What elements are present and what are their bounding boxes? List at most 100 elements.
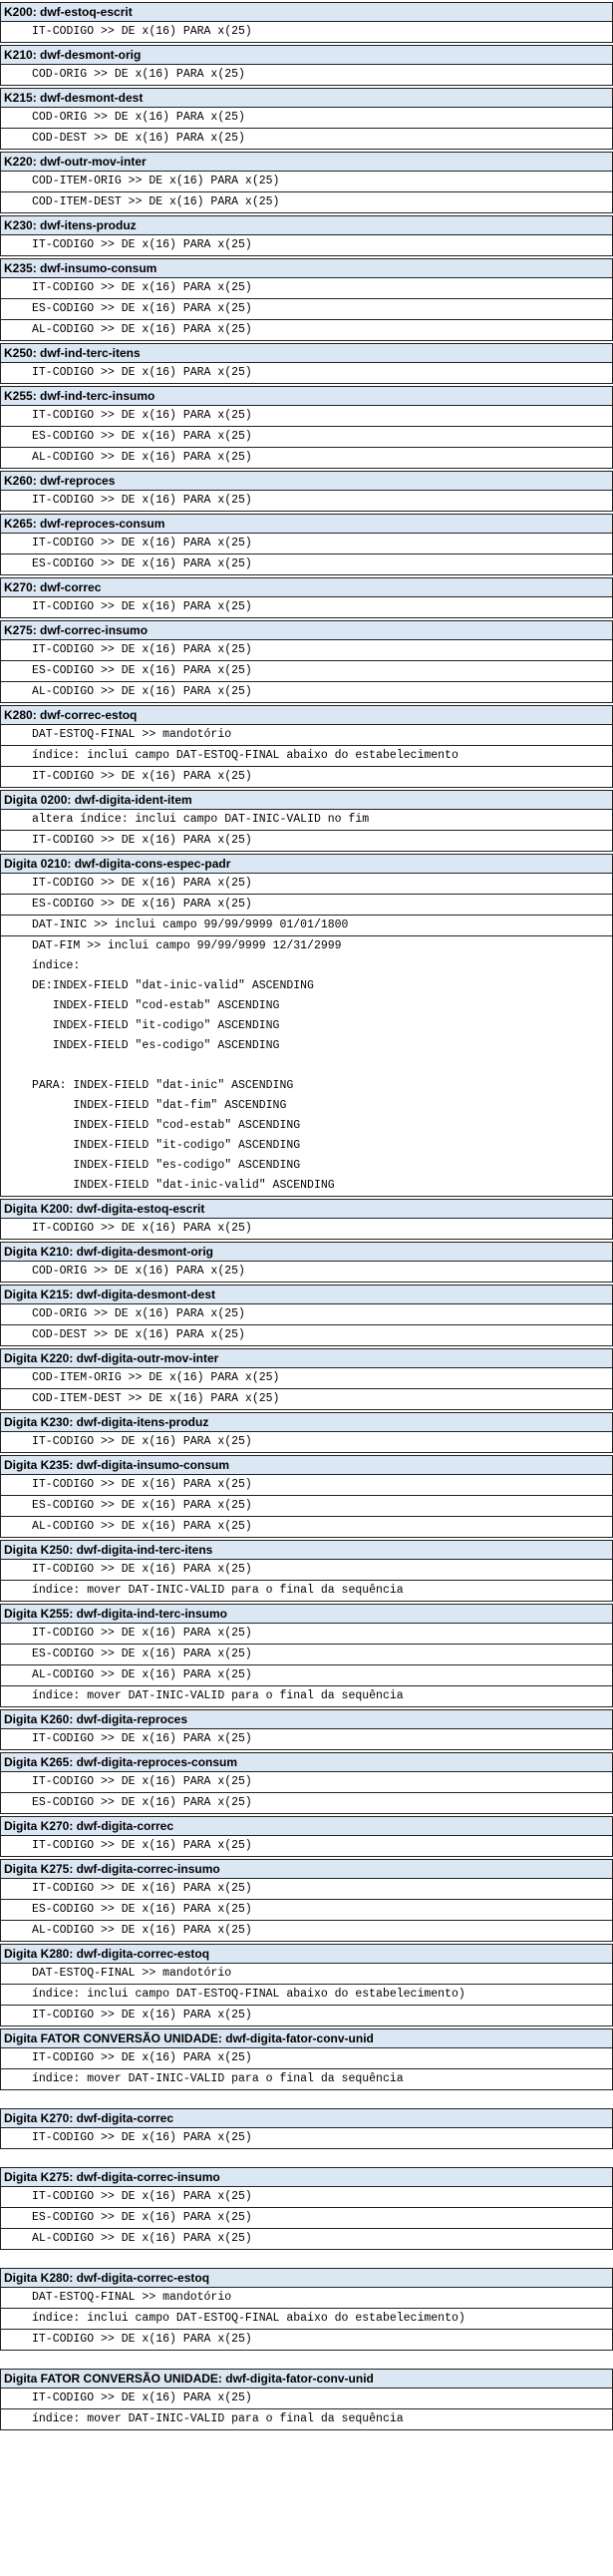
field-change-text: AL-CODIGO >> DE x(16) PARA x(25) xyxy=(0,447,613,469)
field-change-text: ES-CODIGO >> DE x(16) PARA x(25) xyxy=(0,426,613,448)
table-title: K270: dwf-correc xyxy=(0,577,613,597)
table-title: Digita K275: dwf-digita-correc-insumo xyxy=(0,1859,613,1879)
field-change-text: IT-CODIGO >> DE x(16) PARA x(25) xyxy=(0,234,613,256)
table-row: IT-CODIGO >> DE x(16) PARA x(25) xyxy=(0,1431,613,1453)
table-row: IT-CODIGO >> DE x(16) PARA x(25) xyxy=(0,21,613,43)
table-title: Digita 0200: dwf-digita-ident-item xyxy=(0,790,613,810)
table-row: DAT-ESTOQ-FINAL >> mandotório xyxy=(0,1963,613,1985)
field-change-text: DAT-ESTOQ-FINAL >> mandotório xyxy=(0,724,613,746)
table-row: IT-CODIGO >> DE x(16) PARA x(25) xyxy=(0,234,613,256)
table-row: AL-CODIGO >> DE x(16) PARA x(25) xyxy=(0,447,613,469)
field-change-text: IT-CODIGO >> DE x(16) PARA x(25) xyxy=(0,766,613,788)
table-title: Digita K250: dwf-digita-ind-terc-itens xyxy=(0,1540,613,1560)
table-row: IT-CODIGO >> DE x(16) PARA x(25) xyxy=(0,639,613,661)
table-row: INDEX-FIELD "cod-estab" ASCENDING xyxy=(1,1116,613,1136)
field-change-text: COD-ITEM-ORIG >> DE x(16) PARA x(25) xyxy=(0,171,613,192)
field-change-text: índice: mover DAT-INIC-VALID para o fina… xyxy=(0,1685,613,1707)
spec-table: Digita K260: dwf-digita-reproces IT-CODIG… xyxy=(0,1709,613,1750)
table-title: K215: dwf-desmont-dest xyxy=(0,88,613,108)
table-title: K230: dwf-itens-produz xyxy=(0,215,613,235)
spec-table: K280: dwf-correc-estoq DAT-ESTOQ-FINAL >>… xyxy=(0,705,613,788)
field-change-text: ES-CODIGO >> DE x(16) PARA x(25) xyxy=(0,660,613,682)
table-row: ES-CODIGO >> DE x(16) PARA x(25) xyxy=(0,1495,613,1517)
table-row: ES-CODIGO >> DE x(16) PARA x(25) xyxy=(0,2207,613,2229)
field-change-text: índice: mover DAT-INIC-VALID para o fina… xyxy=(0,1580,613,1602)
table-title: Digita FATOR CONVERSÃO UNIDADE: dwf-digi… xyxy=(0,2028,613,2048)
table-row: COD-ORIG >> DE x(16) PARA x(25) xyxy=(0,64,613,86)
table-row: INDEX-FIELD "it-codigo" ASCENDING xyxy=(1,1016,613,1036)
field-change-text: COD-DEST >> DE x(16) PARA x(25) xyxy=(0,1324,613,1346)
spec-table: Digita K210: dwf-digita-desmont-orig COD-… xyxy=(0,1242,613,1283)
field-change-text: DAT-ESTOQ-FINAL >> mandotório xyxy=(0,2287,613,2309)
field-change-text: INDEX-FIELD "es-codigo" ASCENDING xyxy=(32,1039,280,1052)
field-change-text: IT-CODIGO >> DE x(16) PARA x(25) xyxy=(0,1559,613,1581)
field-change-text: IT-CODIGO >> DE x(16) PARA x(25) xyxy=(0,2388,613,2409)
field-change-text: ES-CODIGO >> DE x(16) PARA x(25) xyxy=(0,894,613,916)
spec-table: Digita 0200: dwf-digita-ident-item altera… xyxy=(0,790,613,852)
table-row: INDEX-FIELD "dat-fim" ASCENDING xyxy=(1,1096,613,1116)
table-row: AL-CODIGO >> DE x(16) PARA x(25) xyxy=(0,1920,613,1942)
field-change-text: ES-CODIGO >> DE x(16) PARA x(25) xyxy=(0,1644,613,1665)
field-change-text: índice: inclui campo DAT-ESTOQ-FINAL aba… xyxy=(0,745,613,767)
spec-table: K250: dwf-ind-terc-itens IT-CODIGO >> DE … xyxy=(0,343,613,384)
table-row: IT-CODIGO >> DE x(16) PARA x(25) xyxy=(0,1835,613,1857)
field-change-text: IT-CODIGO >> DE x(16) PARA x(25) xyxy=(0,1474,613,1496)
table-title: K220: dwf-outr-mov-inter xyxy=(0,152,613,172)
table-row: ES-CODIGO >> DE x(16) PARA x(25) xyxy=(0,298,613,320)
table-row: DAT-FIM >> inclui campo 99/99/9999 12/31… xyxy=(0,935,613,956)
field-change-text: AL-CODIGO >> DE x(16) PARA x(25) xyxy=(0,1920,613,1942)
table-title: Digita K235: dwf-digita-insumo-consum xyxy=(0,1455,613,1475)
spec-table: K210: dwf-desmont-orig COD-ORIG >> DE x(1… xyxy=(0,45,613,86)
field-change-text: IT-CODIGO >> DE x(16) PARA x(25) xyxy=(0,21,613,43)
table-row: IT-CODIGO >> DE x(16) PARA x(25) xyxy=(0,2005,613,2026)
spec-table: Digita K270: dwf-digita-correc IT-CODIGO … xyxy=(0,2108,613,2149)
field-change-text: AL-CODIGO >> DE x(16) PARA x(25) xyxy=(0,319,613,341)
table-row: IT-CODIGO >> DE x(16) PARA x(25) xyxy=(0,2047,613,2069)
field-change-text: AL-CODIGO >> DE x(16) PARA x(25) xyxy=(0,2228,613,2250)
field-change-text: altera índice: inclui campo DAT-INIC-VAL… xyxy=(0,809,613,831)
field-change-text: IT-CODIGO >> DE x(16) PARA x(25) xyxy=(0,873,613,895)
table-row: DAT-ESTOQ-FINAL >> mandotório xyxy=(0,2287,613,2309)
field-change-text: INDEX-FIELD "cod-estab" ASCENDING xyxy=(32,999,280,1012)
field-change-text: IT-CODIGO >> DE x(16) PARA x(25) xyxy=(0,1218,613,1240)
field-change-text: IT-CODIGO >> DE x(16) PARA x(25) xyxy=(0,405,613,427)
table-title: K255: dwf-ind-terc-insumo xyxy=(0,386,613,406)
table-row: IT-CODIGO >> DE x(16) PARA x(25) xyxy=(0,1728,613,1750)
table-row: IT-CODIGO >> DE x(16) PARA x(25) xyxy=(0,405,613,427)
field-change-text: DE:INDEX-FIELD "dat-inic-valid" ASCENDIN… xyxy=(32,979,314,992)
table-row: ES-CODIGO >> DE x(16) PARA x(25) xyxy=(0,553,613,575)
table-row: AL-CODIGO >> DE x(16) PARA x(25) xyxy=(0,681,613,703)
field-change-text: IT-CODIGO >> DE x(16) PARA x(25) xyxy=(0,533,613,554)
field-change-text: AL-CODIGO >> DE x(16) PARA x(25) xyxy=(0,1664,613,1686)
spec-table: Digita K215: dwf-digita-desmont-dest COD-… xyxy=(0,1285,613,1346)
table-title: K235: dwf-insumo-consum xyxy=(0,258,613,278)
spec-table: Digita K250: dwf-digita-ind-terc-itens IT… xyxy=(0,1540,613,1602)
table-row: IT-CODIGO >> DE x(16) PARA x(25) xyxy=(0,490,613,512)
table-row: IT-CODIGO >> DE x(16) PARA x(25) xyxy=(0,1474,613,1496)
table-row: IT-CODIGO >> DE x(16) PARA x(25) xyxy=(0,362,613,384)
table-title: Digita K260: dwf-digita-reproces xyxy=(0,1709,613,1729)
table-title: K275: dwf-correc-insumo xyxy=(0,620,613,640)
field-change-text: índice: mover DAT-INIC-VALID para o fina… xyxy=(0,2068,613,2090)
table-row: INDEX-FIELD "cod-estab" ASCENDING xyxy=(1,996,613,1016)
spec-table: Digita K255: dwf-digita-ind-terc-insumo I… xyxy=(0,1604,613,1707)
field-change-text: DAT-INIC >> inclui campo 99/99/9999 01/0… xyxy=(0,915,613,936)
table-title: K250: dwf-ind-terc-itens xyxy=(0,343,613,363)
field-change-text: COD-ORIG >> DE x(16) PARA x(25) xyxy=(0,1303,613,1325)
field-change-text: ES-CODIGO >> DE x(16) PARA x(25) xyxy=(0,2207,613,2229)
field-change-text: IT-CODIGO >> DE x(16) PARA x(25) xyxy=(0,2005,613,2026)
field-change-text: IT-CODIGO >> DE x(16) PARA x(25) xyxy=(0,1771,613,1793)
table-row: ES-CODIGO >> DE x(16) PARA x(25) xyxy=(0,660,613,682)
spec-table: K230: dwf-itens-produz IT-CODIGO >> DE x(… xyxy=(0,215,613,256)
spec-table: K260: dwf-reproces IT-CODIGO >> DE x(16) … xyxy=(0,471,613,512)
table-row: IT-CODIGO >> DE x(16) PARA x(25) xyxy=(0,766,613,788)
field-change-text: INDEX-FIELD "es-codigo" ASCENDING xyxy=(32,1159,301,1172)
field-change-text: COD-ITEM-DEST >> DE x(16) PARA x(25) xyxy=(0,1388,613,1410)
table-row: índice: mover DAT-INIC-VALID para o fina… xyxy=(0,2408,613,2430)
field-change-text: ES-CODIGO >> DE x(16) PARA x(25) xyxy=(0,1495,613,1517)
table-row: IT-CODIGO >> DE x(16) PARA x(25) xyxy=(0,596,613,618)
table-row: ES-CODIGO >> DE x(16) PARA x(25) xyxy=(0,426,613,448)
spec-table: K220: dwf-outr-mov-inter COD-ITEM-ORIG >>… xyxy=(0,152,613,213)
table-row: COD-ITEM-DEST >> DE x(16) PARA x(25) xyxy=(0,191,613,213)
field-change-text: ES-CODIGO >> DE x(16) PARA x(25) xyxy=(0,1792,613,1814)
